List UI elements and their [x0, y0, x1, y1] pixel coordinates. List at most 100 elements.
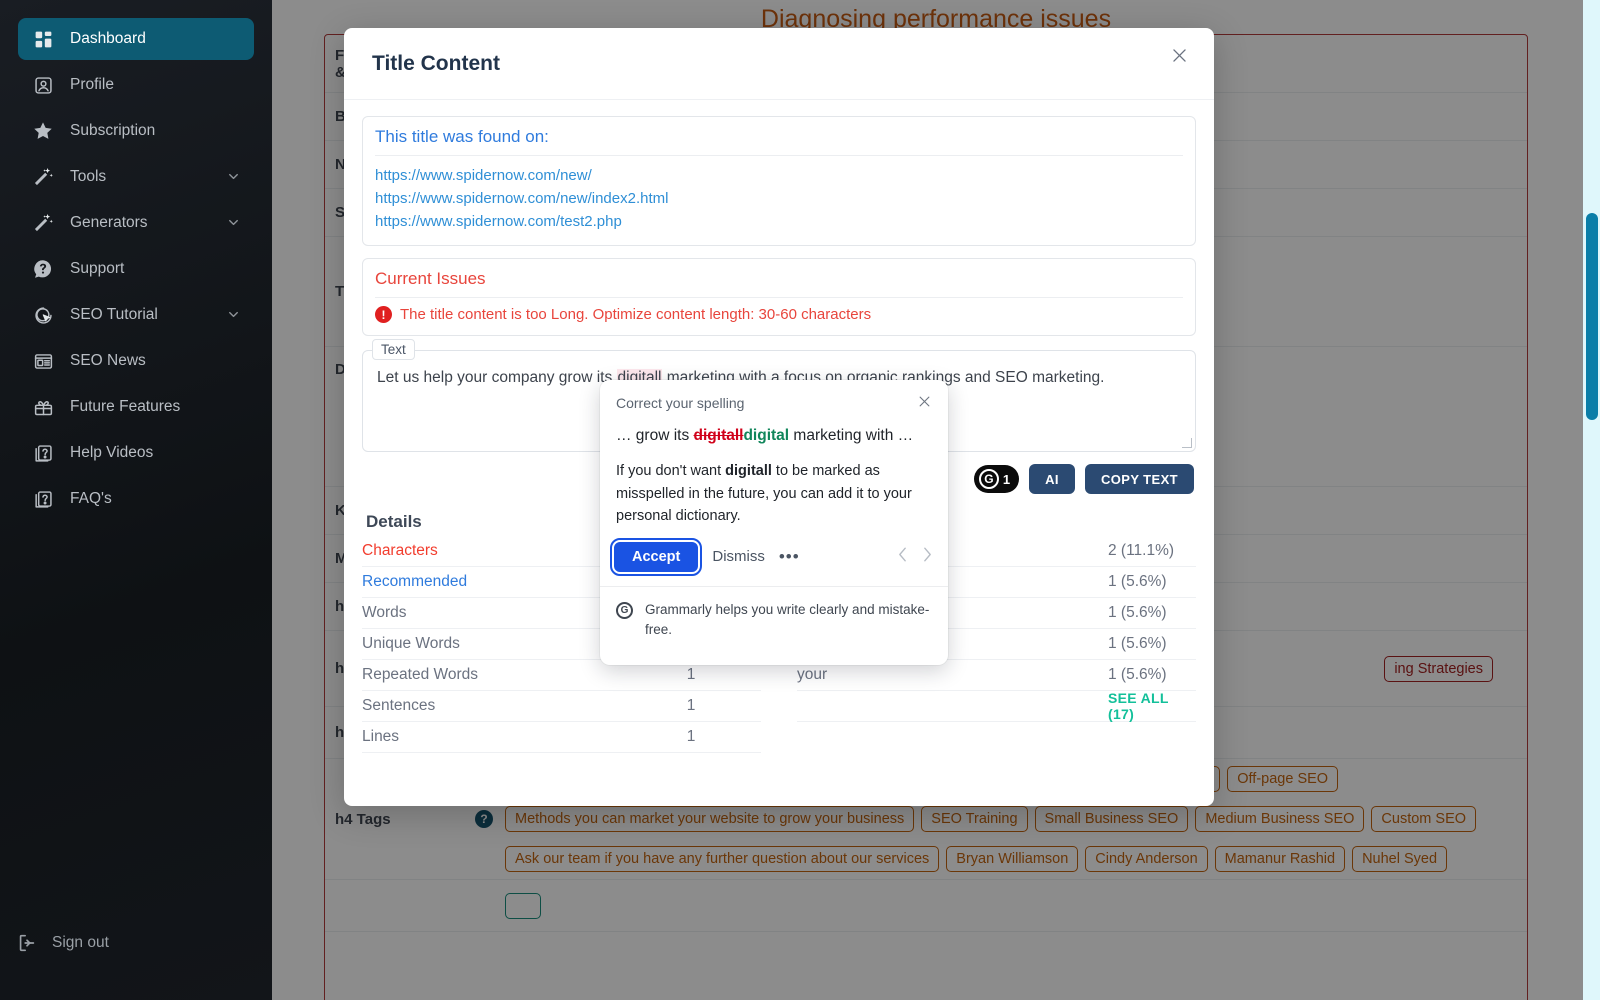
sidebar-item-label: Support — [70, 260, 125, 277]
details-row-label: Sentences — [362, 697, 436, 714]
grammarly-icon: G — [978, 469, 999, 489]
details-row-value: 1 (5.6%) — [1108, 635, 1167, 652]
found-on-url[interactable]: https://www.spidernow.com/test2.php — [375, 210, 1183, 233]
details-row-value: 2 (11.1%) — [1108, 542, 1175, 559]
grammarly-footer-text: Grammarly helps you write clearly and mi… — [645, 601, 930, 637]
sidebar-item-faq-s[interactable]: FAQ's — [18, 478, 254, 520]
ai-button[interactable]: AI — [1029, 464, 1075, 494]
sidebar-item-generators[interactable]: Generators — [18, 202, 254, 244]
current-issues-panel: Current Issues ! The title content is too… — [362, 258, 1196, 336]
suggestion-wrong-word: digitall — [693, 427, 744, 444]
sidebar-item-label: FAQ's — [70, 490, 112, 507]
sidebar-item-help-videos[interactable]: Help Videos — [18, 432, 254, 474]
details-row-value: 1 — [686, 697, 696, 714]
details-row-label: Repeated Words — [362, 666, 479, 683]
wand-icon — [30, 164, 56, 190]
sidebar: Dashboard Profile Subscription Tools Generat… — [0, 0, 272, 1000]
resize-handle[interactable] — [1182, 438, 1192, 448]
sign-out-icon — [14, 930, 40, 956]
details-row-label: Lines — [362, 728, 400, 745]
help-card-icon — [30, 440, 56, 466]
issue-list: ! The title content is too Long. Optimize… — [375, 306, 1183, 323]
close-icon[interactable] — [917, 394, 932, 412]
sidebar-item-seo-tutorial[interactable]: SEO Tutorial — [18, 294, 254, 336]
copy-text-button[interactable]: COPY TEXT — [1084, 464, 1194, 494]
modal-title: Title Content — [372, 51, 500, 75]
cursor-target-icon — [30, 302, 56, 328]
gift-icon — [30, 394, 56, 420]
chevron-right-icon[interactable] — [923, 547, 932, 566]
more-options-button[interactable]: ••• — [779, 547, 800, 567]
details-row-label: Words — [362, 604, 407, 621]
star-icon — [30, 118, 56, 144]
explanation-part-a: If you don't want — [616, 463, 726, 480]
close-icon[interactable] — [1164, 40, 1194, 70]
details-row: SEE ALL (17) — [797, 690, 1196, 722]
found-on-url[interactable]: https://www.spidernow.com/new/ — [375, 164, 1183, 187]
grammarly-badge[interactable]: G 1 — [973, 465, 1020, 493]
grammarly-suggestion-line: … grow its digitalldigital marketing wit… — [616, 424, 932, 447]
text-field-legend: Text — [372, 339, 415, 360]
news-icon — [30, 348, 56, 374]
chevron-left-icon[interactable] — [898, 547, 907, 566]
details-row-value: 1 — [686, 728, 696, 745]
modal-header: Title Content — [344, 28, 1214, 100]
details-row-value: 1 — [686, 666, 696, 683]
chevron-down-icon[interactable] — [226, 215, 242, 231]
sidebar-item-sign-out[interactable]: Sign out — [0, 930, 109, 956]
details-row-label: your — [797, 666, 828, 683]
chevron-down-icon[interactable] — [226, 307, 242, 323]
sidebar-item-label: Profile — [70, 76, 114, 93]
person-icon — [30, 72, 56, 98]
sidebar-item-future-features[interactable]: Future Features — [18, 386, 254, 428]
grammarly-icon: G — [616, 601, 633, 619]
sidebar-item-profile[interactable]: Profile — [18, 64, 254, 106]
issue-item: ! The title content is too Long. Optimize… — [375, 306, 1183, 323]
sidebar-item-label: Tools — [70, 168, 107, 185]
details-row-value: 1 (5.6%) — [1108, 666, 1167, 683]
grammarly-nav — [898, 547, 932, 566]
question-bubble-icon — [30, 256, 56, 282]
grammarly-popup-actions: Accept Dismiss ••• — [600, 528, 948, 586]
sidebar-item-label: Generators — [70, 214, 148, 231]
sidebar-item-label: SEO Tutorial — [70, 306, 158, 323]
page-scrollbar-thumb[interactable] — [1586, 213, 1598, 420]
grammarly-popup-body: … grow its digitalldigital marketing wit… — [600, 418, 948, 528]
suggestion-right-word[interactable]: digital — [743, 427, 789, 444]
dashboard-icon — [30, 26, 56, 52]
explanation-bold-word: digitall — [725, 463, 772, 480]
dismiss-button[interactable]: Dismiss — [712, 548, 765, 565]
see-all-link[interactable]: SEE ALL (17) — [1056, 690, 1196, 722]
suggestion-lead: … grow its — [616, 427, 694, 444]
sidebar-item-dashboard[interactable]: Dashboard — [18, 18, 254, 60]
sidebar-item-tools[interactable]: Tools — [18, 156, 254, 198]
details-row-label: Recommended — [362, 573, 468, 590]
grammarly-count: 1 — [1002, 471, 1011, 487]
wand-icon — [30, 210, 56, 236]
sidebar-item-label: Future Features — [70, 398, 181, 415]
details-row-value: 1 (5.6%) — [1108, 573, 1167, 590]
details-row-label: Unique Words — [362, 635, 460, 652]
grammarly-explanation: If you don't want digitall to be marked … — [616, 460, 932, 527]
details-row-label: Characters — [362, 542, 438, 559]
accept-button[interactable]: Accept — [609, 537, 703, 576]
url-list: https://www.spidernow.com/new/https://ww… — [375, 164, 1183, 233]
found-on-heading: This title was found on: — [375, 127, 1183, 156]
sidebar-item-label: SEO News — [70, 352, 146, 369]
details-row-value: 1 (5.6%) — [1108, 604, 1167, 621]
found-on-panel: This title was found on: https://www.spi… — [362, 116, 1196, 246]
grammarly-popup-footer: G Grammarly helps you write clearly and … — [600, 585, 948, 654]
sidebar-nav-list: Dashboard Profile Subscription Tools Generat… — [0, 0, 272, 520]
chevron-down-icon[interactable] — [226, 169, 242, 185]
sidebar-item-support[interactable]: Support — [18, 248, 254, 290]
suggestion-trail: marketing with … — [789, 427, 914, 444]
found-on-url[interactable]: https://www.spidernow.com/new/index2.htm… — [375, 187, 1183, 210]
sidebar-item-seo-news[interactable]: SEO News — [18, 340, 254, 382]
sidebar-item-label: Dashboard — [70, 30, 146, 47]
page-scrollbar-track[interactable] — [1583, 0, 1600, 1000]
sidebar-item-subscription[interactable]: Subscription — [18, 110, 254, 152]
grammarly-suggestion-popup: Correct your spelling … grow its digital… — [600, 380, 948, 665]
sign-out-label: Sign out — [52, 934, 109, 951]
grammarly-popup-header: Correct your spelling — [600, 380, 948, 418]
current-issues-heading: Current Issues — [375, 269, 1183, 298]
